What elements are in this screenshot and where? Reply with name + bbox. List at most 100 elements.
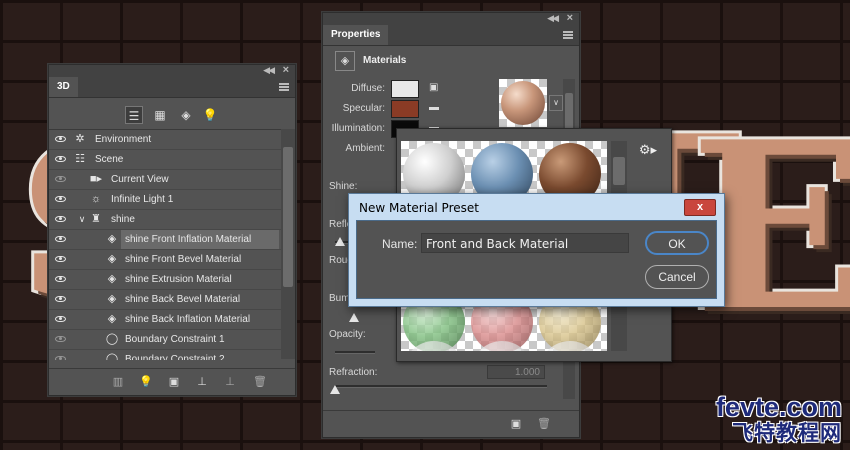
layer-row[interactable]: ◈ shine Extrusion Material xyxy=(49,270,281,290)
layer-row[interactable]: ◯ Boundary Constraint 2 xyxy=(49,350,281,360)
layer-name: shine Front Inflation Material xyxy=(121,230,279,249)
eye-icon[interactable] xyxy=(55,236,66,242)
specular-swatch[interactable] xyxy=(391,100,419,118)
materials-header: ◈ Materials xyxy=(323,47,579,75)
panel-3d: ◀◀ × 3D ☰ ▦ ◈ 💡 ✲ Environment ☷ Scene ■▸… xyxy=(48,64,296,396)
new-material-preset-dialog: New Material Preset x Name: Front and Ba… xyxy=(348,193,725,307)
layer-row[interactable]: ∨ ♜ shine xyxy=(49,210,281,230)
dialog-body: Name: Front and Back Material OK Cancel xyxy=(356,220,717,299)
layer-name: Boundary Constraint 2 xyxy=(125,354,225,360)
refraction-slider-thumb[interactable] xyxy=(330,385,340,394)
cancel-button[interactable]: Cancel xyxy=(645,265,709,289)
eye-icon[interactable] xyxy=(55,216,66,222)
layer-row[interactable]: ◈ shine Front Bevel Material xyxy=(49,250,281,270)
layer-name: shine Front Bevel Material xyxy=(125,254,242,265)
refraction-value[interactable]: 1.000 xyxy=(487,365,545,379)
scrollbar-thumb[interactable] xyxy=(613,157,625,185)
panel-3d-titlebar[interactable]: ◀◀ × xyxy=(49,64,295,77)
constraint-icon: ◯ xyxy=(105,333,119,345)
layer-row[interactable]: ■▸ Current View xyxy=(49,170,281,190)
layer-row[interactable]: ☷ Scene xyxy=(49,150,281,170)
diffuse-texture-icon[interactable]: ▣ xyxy=(429,83,441,93)
layer-name: shine Back Inflation Material xyxy=(125,314,251,325)
panel-3d-bottom-toolbar: ▥ 💡 ▣ ⊥ ⊥ 🗑 xyxy=(49,368,295,395)
opacity-label: Opacity: xyxy=(329,329,366,340)
materials-filter-icon[interactable]: ◈ xyxy=(177,106,195,124)
chevron-down-icon[interactable]: ∨ xyxy=(75,210,89,229)
eye-icon[interactable] xyxy=(55,316,66,322)
trash-icon[interactable]: 🗑 xyxy=(537,417,551,431)
illumination-label: Illumination: xyxy=(331,123,385,134)
eye-icon[interactable] xyxy=(55,156,66,162)
whole-scene-filter-icon[interactable]: ☰ xyxy=(125,106,143,124)
eye-icon[interactable] xyxy=(55,176,66,182)
specular-label: Specular: xyxy=(342,103,385,114)
eye-icon[interactable] xyxy=(55,336,66,342)
layer-name: shine Back Bevel Material xyxy=(125,294,241,305)
new-material-icon[interactable]: ▣ xyxy=(509,417,523,431)
layer-scrollbar[interactable] xyxy=(281,129,295,359)
panel-menu-icon[interactable] xyxy=(563,31,573,39)
ambient-label: Ambient: xyxy=(345,143,385,154)
layer-name: Scene xyxy=(95,154,124,165)
mesh-icon: ♜ xyxy=(91,213,101,225)
drop-to-plane-icon[interactable]: ⊥ xyxy=(195,375,209,389)
watermark-domain: fevte.com xyxy=(715,392,842,422)
name-label: Name: xyxy=(382,237,418,251)
tab-properties[interactable]: Properties xyxy=(323,25,389,45)
close-button[interactable]: x xyxy=(684,199,716,216)
layer-name: Infinite Light 1 xyxy=(111,194,174,205)
meshes-filter-icon[interactable]: ▦ xyxy=(151,106,169,124)
diffuse-swatch[interactable] xyxy=(391,80,419,98)
dialog-title: New Material Preset xyxy=(359,201,479,215)
materials-section-icon: ◈ xyxy=(335,51,355,71)
material-drop-icon[interactable]: ▣ xyxy=(167,375,181,389)
layer-row[interactable]: ◈ shine Back Bevel Material xyxy=(49,290,281,310)
trash-icon[interactable]: 🗑 xyxy=(253,375,267,389)
eye-icon[interactable] xyxy=(55,256,66,262)
material-icon: ◈ xyxy=(107,293,117,305)
render-icon[interactable]: ▥ xyxy=(111,375,125,389)
properties-titlebar[interactable]: ◀◀ × xyxy=(323,12,579,25)
eye-icon[interactable] xyxy=(55,196,66,202)
close-icon[interactable]: × xyxy=(283,64,289,76)
layer-row[interactable]: ◯ Boundary Constraint 1 xyxy=(49,330,281,350)
layer-name: Boundary Constraint 1 xyxy=(125,334,225,345)
toggle-extras-icon[interactable]: ⊥ xyxy=(223,375,237,389)
constraint-icon: ◯ xyxy=(105,353,119,360)
layer-row[interactable]: ✲ Environment xyxy=(49,130,281,150)
collapse-icon[interactable]: ◀◀ xyxy=(547,13,559,24)
gear-icon[interactable]: ⚙▸ xyxy=(637,141,659,159)
layer-name: shine xyxy=(111,214,135,225)
ok-button[interactable]: OK xyxy=(645,231,709,255)
close-icon[interactable]: × xyxy=(567,12,573,24)
folder-icon[interactable]: ▬ xyxy=(429,103,441,113)
section-title: Materials xyxy=(363,55,407,66)
refraction-slider[interactable] xyxy=(335,385,547,388)
scrollbar-thumb[interactable] xyxy=(283,147,293,287)
add-light-icon[interactable]: 💡 xyxy=(139,375,153,389)
properties-tabbar: Properties xyxy=(323,25,579,46)
layer-list: ✲ Environment ☷ Scene ■▸ Current View ☼ … xyxy=(49,129,281,360)
reflection-slider-thumb[interactable] xyxy=(335,237,345,246)
eye-icon[interactable] xyxy=(55,356,66,360)
lights-filter-icon[interactable]: 💡 xyxy=(201,106,219,124)
panel-3d-tabbar: 3D xyxy=(49,77,295,98)
eye-icon[interactable] xyxy=(55,276,66,282)
eye-icon[interactable] xyxy=(55,136,66,142)
material-preview-thumb[interactable] xyxy=(499,79,547,127)
collapse-icon[interactable]: ◀◀ xyxy=(263,65,275,76)
layer-row[interactable]: ☼ Infinite Light 1 xyxy=(49,190,281,210)
bump-slider-thumb[interactable] xyxy=(349,313,359,322)
layer-row[interactable]: ◈ shine Back Inflation Material xyxy=(49,310,281,330)
chevron-down-icon[interactable]: ∨ xyxy=(549,95,563,111)
opacity-slider[interactable] xyxy=(335,351,375,354)
layer-row[interactable]: ◈ shine Front Inflation Material xyxy=(49,230,281,250)
panel-menu-icon[interactable] xyxy=(279,83,289,91)
eye-icon[interactable] xyxy=(55,296,66,302)
scrollbar-thumb[interactable] xyxy=(565,93,573,133)
tab-3d[interactable]: 3D xyxy=(49,77,78,97)
preset-name-input[interactable]: Front and Back Material xyxy=(421,233,629,253)
diffuse-label: Diffuse: xyxy=(351,83,385,94)
light-icon: ☼ xyxy=(90,193,102,205)
